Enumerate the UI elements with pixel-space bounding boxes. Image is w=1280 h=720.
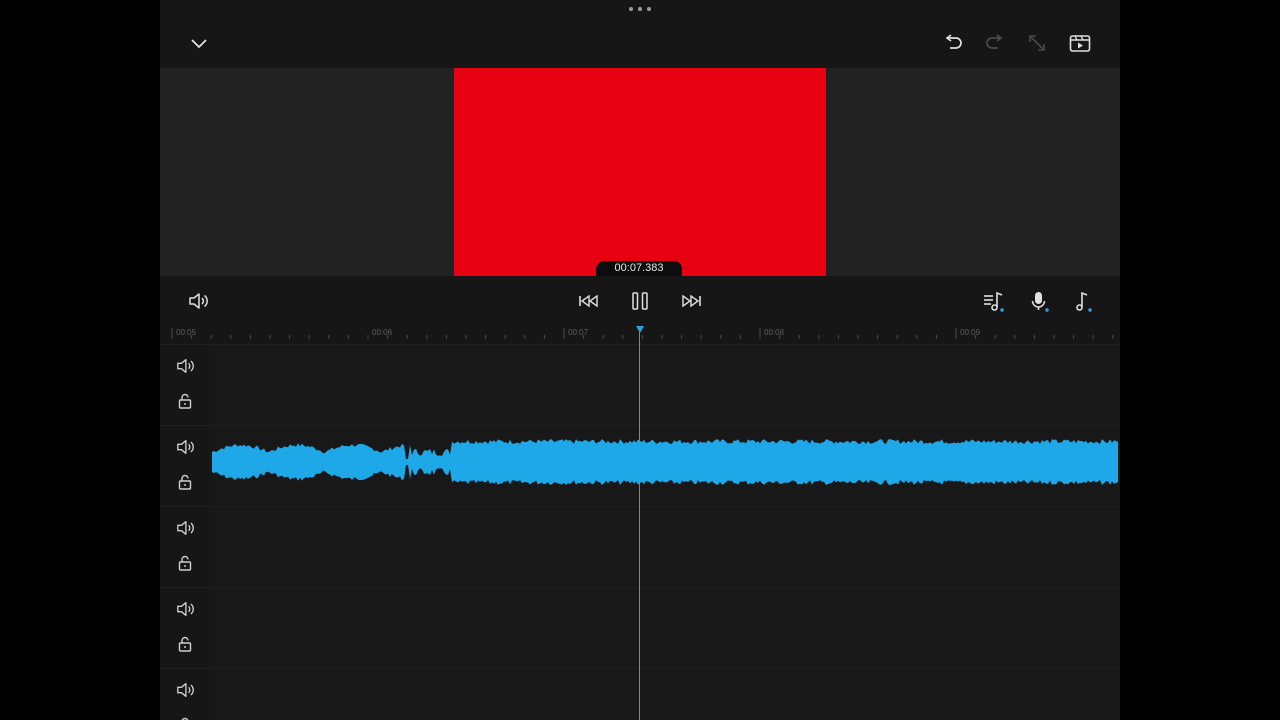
speaker-icon[interactable]	[174, 356, 196, 376]
microphone-add-icon[interactable]	[1027, 290, 1051, 314]
chevron-down-icon[interactable]	[188, 32, 210, 54]
speaker-icon[interactable]	[174, 680, 196, 700]
playhead[interactable]	[639, 332, 640, 720]
lock-icon[interactable]	[176, 392, 194, 410]
editor-app: 00:07.383 00:05 00:06 00:07 00:08 00:09	[160, 0, 1120, 720]
ruler-label: 00:05	[176, 328, 197, 337]
lock-icon[interactable]	[176, 554, 194, 572]
music-list-add-icon[interactable]	[982, 290, 1006, 314]
undo-icon[interactable]	[942, 32, 964, 54]
playback-controls	[160, 276, 1120, 326]
redo-icon[interactable]	[984, 32, 1006, 54]
ruler-label: 00:07	[568, 328, 589, 337]
track-row[interactable]	[160, 588, 1120, 669]
track-header	[160, 426, 210, 506]
video-preview	[160, 68, 1120, 276]
audio-waveform-clip[interactable]	[212, 437, 1118, 487]
ruler-label: 00:08	[764, 328, 785, 337]
expand-icon[interactable]	[1026, 32, 1048, 54]
speaker-icon[interactable]	[174, 518, 196, 538]
speaker-icon[interactable]	[174, 599, 196, 619]
track-header	[160, 345, 210, 425]
playhead-handle[interactable]	[636, 326, 644, 333]
more-dots-icon[interactable]	[629, 5, 651, 13]
lock-icon[interactable]	[176, 473, 194, 491]
ruler-label: 00:06	[372, 328, 393, 337]
music-note-add-icon[interactable]	[1070, 290, 1094, 314]
top-bar	[160, 0, 1120, 68]
track-row[interactable]	[160, 345, 1120, 426]
ruler-label: 00:09	[960, 328, 981, 337]
export-video-icon[interactable]	[1068, 31, 1092, 55]
track-header	[160, 588, 210, 668]
lock-icon[interactable]	[176, 716, 194, 720]
lock-icon[interactable]	[176, 635, 194, 653]
speaker-icon[interactable]	[174, 437, 196, 457]
speaker-icon[interactable]	[186, 290, 210, 312]
track-header	[160, 669, 210, 720]
skip-back-icon[interactable]	[578, 291, 602, 311]
waveform-shape	[212, 439, 1118, 485]
current-timecode: 00:07.383	[596, 261, 682, 276]
skip-forward-icon[interactable]	[678, 291, 702, 311]
preview-canvas[interactable]	[454, 68, 826, 276]
pause-icon[interactable]	[628, 289, 652, 313]
track-row[interactable]	[160, 669, 1120, 720]
track-header	[160, 507, 210, 587]
track-row[interactable]	[160, 507, 1120, 588]
audio-tracks	[160, 345, 1120, 720]
